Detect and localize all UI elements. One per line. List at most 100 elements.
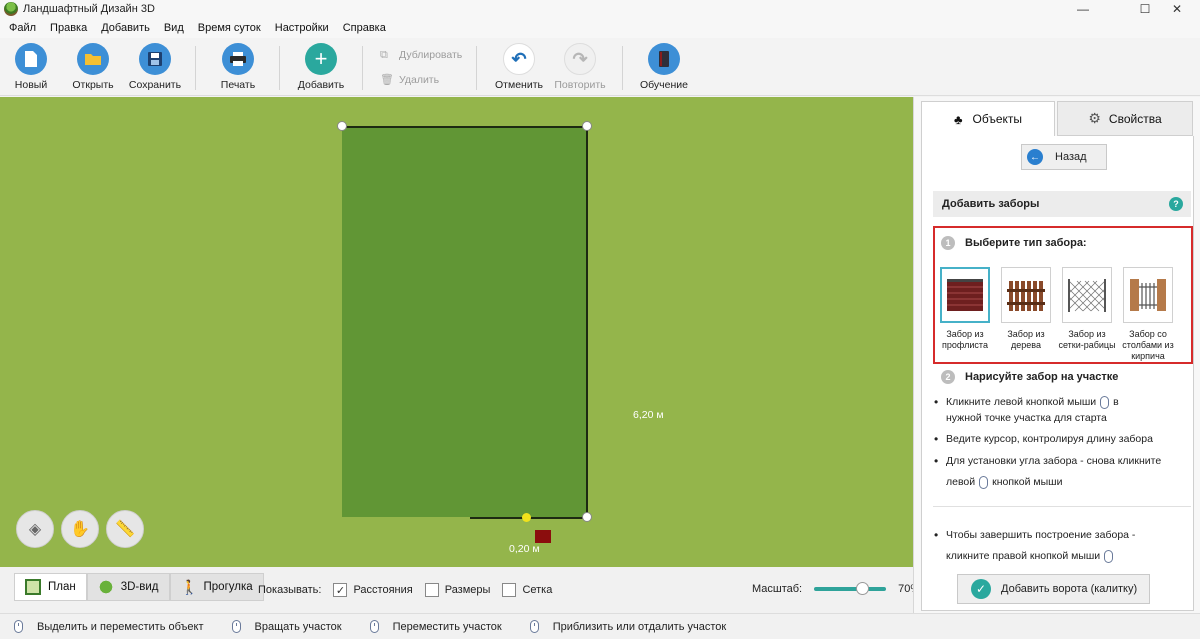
add-button[interactable]: + Добавить: [288, 43, 354, 91]
open-label: Открыть: [72, 79, 114, 91]
tutorial-button[interactable]: Обучение: [631, 43, 697, 91]
mouse-left-click-icon: [979, 475, 989, 489]
ruler-icon: 📏: [115, 521, 135, 538]
fence-start-point[interactable]: [522, 513, 531, 522]
fence-option-profnastil[interactable]: Забор из профлиста: [939, 267, 991, 351]
status-hint-text: Приблизить или отдалить участок: [552, 620, 727, 633]
back-button[interactable]: ← Назад: [1021, 144, 1107, 170]
menu-settings[interactable]: Настройки: [268, 22, 336, 34]
book-icon: [648, 43, 680, 75]
tutorial-label: Обучение: [639, 79, 688, 91]
instruction-text: в: [1113, 396, 1119, 408]
menu-add[interactable]: Добавить: [94, 22, 157, 34]
fence-option-label: Забор из дерева: [1007, 329, 1045, 350]
step-number: 1: [941, 236, 955, 250]
save-button[interactable]: Сохранить: [122, 43, 188, 91]
checkbox-distances-label: Расстояния: [353, 584, 413, 596]
fence-option-chainlink[interactable]: Забор из сетки-рабицы: [1058, 267, 1116, 351]
side-panel: ♣ Объекты ⚙ Свойства ← Назад Добавить за…: [913, 97, 1200, 613]
toolbar-separator: [195, 46, 196, 90]
mouse-scroll-icon: [529, 620, 539, 633]
tab-properties[interactable]: ⚙ Свойства: [1057, 101, 1193, 136]
open-button[interactable]: Открыть: [60, 43, 126, 91]
plot-corner-handle[interactable]: [337, 121, 347, 131]
zoom-control: Масштаб: 70%: [752, 582, 920, 595]
menu-view[interactable]: Вид: [157, 22, 191, 34]
mouse-icon: [231, 620, 241, 633]
new-label: Новый: [14, 79, 48, 91]
fence-option-brick-pillars[interactable]: Забор со столбами из кирпича: [1122, 267, 1174, 362]
instruction-item: Чтобы завершить построение забора - клик…: [934, 527, 1186, 569]
fence-cursor-marker: [535, 530, 551, 543]
menu-file[interactable]: Файл: [2, 22, 43, 34]
step-number: 2: [941, 370, 955, 384]
title-bar: Ландшафтный Дизайн 3D — ☐ ✕: [0, 0, 1200, 18]
instruction-text: Кликните левой кнопкой мыши: [946, 396, 1097, 408]
show-label: Показывать:: [258, 584, 322, 596]
status-hint-text: Вращать участок: [254, 620, 342, 633]
garden-plot[interactable]: [342, 126, 588, 517]
fence-thumbnail: [1123, 267, 1173, 323]
divider: [933, 506, 1191, 507]
checkbox-distances[interactable]: ✓: [333, 583, 348, 597]
new-button[interactable]: Новый: [0, 43, 64, 91]
plot-corner-handle[interactable]: [582, 121, 592, 131]
redo-button[interactable]: ↷ Повторить: [547, 43, 613, 91]
add-label: Добавить: [297, 79, 345, 91]
plan-canvas[interactable]: 6,20 м 0,20 м ◈ ✋ 📏: [0, 97, 913, 567]
zoom-slider-knob[interactable]: [856, 582, 870, 595]
ruler-tool-button[interactable]: 📏: [106, 510, 144, 548]
duplicate-label: Дублировать: [399, 49, 463, 61]
fence-thumbnail: [1001, 267, 1051, 323]
step-1-title: Выберите тип забора:: [965, 237, 1087, 249]
duplicate-button[interactable]: ⧉ Дублировать: [380, 49, 462, 61]
add-gate-button[interactable]: ✓ Добавить ворота (калитку): [957, 574, 1150, 604]
redo-label: Повторить: [554, 79, 606, 91]
menu-time-of-day[interactable]: Время суток: [191, 22, 268, 34]
step-2: 2 Нарисуйте забор на участке: [941, 370, 1118, 384]
plan-icon: [25, 579, 41, 595]
plus-icon: +: [305, 43, 337, 75]
layers-button[interactable]: ◈: [16, 510, 54, 548]
checkbox-grid-label: Сетка: [522, 584, 553, 596]
status-hint: Переместить участок: [369, 620, 502, 633]
help-icon[interactable]: ?: [1169, 197, 1183, 211]
checkbox-grid[interactable]: [502, 583, 517, 597]
tab-walk[interactable]: 🚶 Прогулка: [169, 573, 264, 601]
instruction-text: кнопкой мыши: [992, 476, 1063, 488]
instruction-text: кликните правой кнопкой мыши: [946, 550, 1101, 562]
checkbox-sizes[interactable]: [424, 583, 439, 597]
layers-icon: ◈: [28, 521, 42, 538]
zoom-slider[interactable]: [814, 582, 887, 595]
tab-3d[interactable]: 3D-вид: [86, 573, 170, 601]
menu-bar: Файл Правка Добавить Вид Время суток Нас…: [0, 18, 1200, 38]
delete-button[interactable]: 🗑 Удалить: [380, 74, 439, 86]
status-hint: Выделить и переместить объект: [14, 620, 204, 633]
app-icon: [4, 2, 18, 16]
instruction-text: нужной точке участка для старта: [946, 412, 1107, 424]
plot-corner-handle[interactable]: [582, 512, 592, 522]
toolbar-separator: [476, 46, 477, 90]
mouse-left-click-icon: [1100, 395, 1110, 409]
tab-walk-label: Прогулка: [203, 581, 253, 593]
minimize-button[interactable]: —: [1060, 0, 1106, 18]
toolbar-separator: [279, 46, 280, 90]
fence-thumbnail: [1062, 267, 1112, 323]
add-gate-label: Добавить ворота (калитку): [1001, 583, 1138, 595]
step-2-title: Нарисуйте забор на участке: [965, 371, 1119, 383]
undo-button[interactable]: ↶ Отменить: [486, 43, 552, 91]
trash-icon: 🗑: [380, 74, 394, 86]
mouse-right-click-icon: [1104, 549, 1114, 563]
menu-edit[interactable]: Правка: [43, 22, 94, 34]
instruction-item: Для установки угла забора - снова кликни…: [934, 453, 1186, 495]
fence-option-wood[interactable]: Забор из дерева: [1000, 267, 1052, 351]
toolbar-separator: [362, 46, 363, 90]
tab-objects[interactable]: ♣ Объекты: [921, 101, 1055, 136]
menu-help[interactable]: Справка: [336, 22, 393, 34]
print-button[interactable]: Печать: [205, 43, 271, 91]
objects-panel-body: ← Назад Добавить заборы ? 1 Выберите тип…: [921, 136, 1194, 611]
instruction-text: Ведите курсор, контролируя длину забора: [946, 433, 1153, 445]
close-button[interactable]: ✕: [1154, 0, 1200, 18]
hand-tool-button[interactable]: ✋: [61, 510, 99, 548]
tab-plan[interactable]: План: [14, 573, 87, 601]
